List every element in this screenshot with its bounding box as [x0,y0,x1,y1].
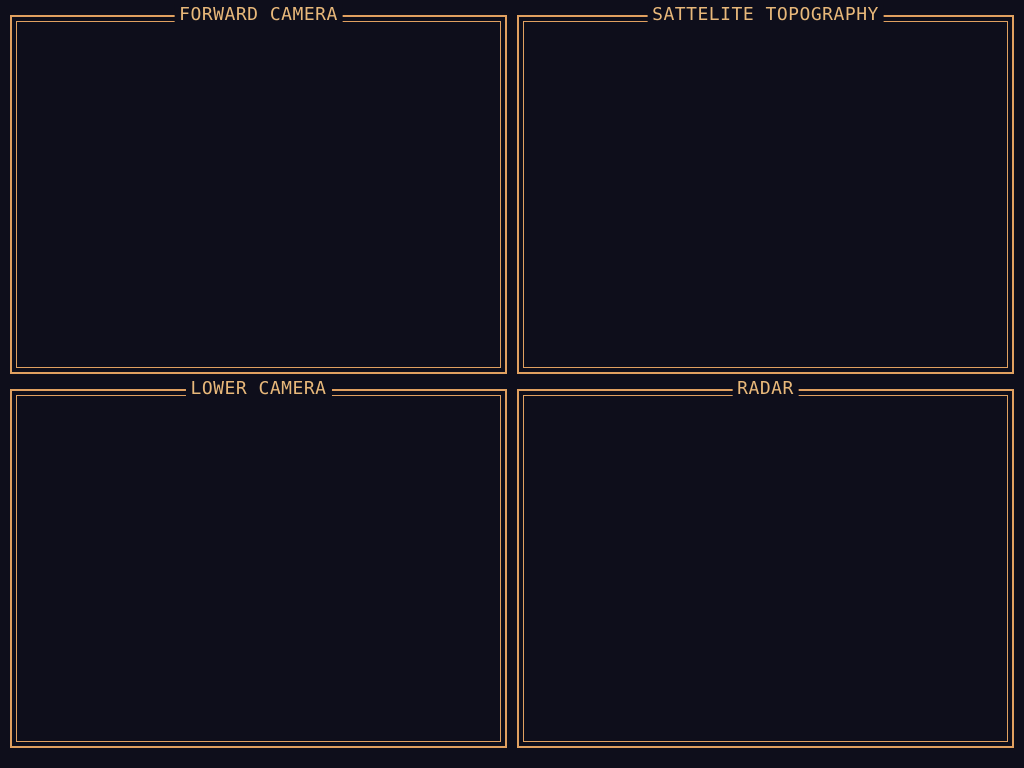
satellite-topography-title: SATTELITE TOPOGRAPHY [647,4,884,26]
lower-camera-viewport [16,395,501,742]
lower-camera-panel: LOWER CAMERA [10,378,507,748]
radar-viewport [523,395,1008,742]
forward-camera-panel: FORWARD CAMERA [10,4,507,374]
radar-title: RADAR [732,378,799,400]
forward-camera-viewport [16,21,501,368]
radar-panel: RADAR [517,378,1014,748]
satellite-topography-panel: SATTELITE TOPOGRAPHY [517,4,1014,374]
forward-camera-title: FORWARD CAMERA [174,4,343,26]
lower-camera-title: LOWER CAMERA [185,378,332,400]
dashboard-screen: FORWARD CAMERA SATTELITE TOPOGRAPHY LOWE… [0,0,1024,768]
satellite-topography-viewport [523,21,1008,368]
